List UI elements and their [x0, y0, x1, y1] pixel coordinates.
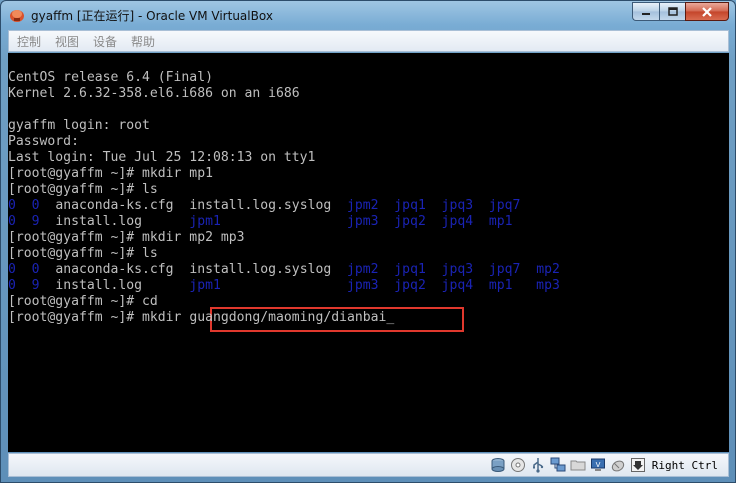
- console-line: 0 0 anaconda-ks.cfg install.log.syslog j…: [8, 198, 520, 214]
- menu-devices[interactable]: 设备: [86, 33, 124, 50]
- console-text: guangdong/maoming/dianbai_: [189, 310, 395, 325]
- console-line: [root@gyaffm ~]# mkdir mp2 mp3: [8, 230, 245, 246]
- console-text: gyaffm login: root: [8, 118, 150, 133]
- console-text: 0 9: [8, 278, 56, 293]
- vm-console-screen[interactable]: CentOS release 6.4 (Final) Kernel 2.6.32-…: [8, 53, 729, 452]
- title-bar[interactable]: gyaffm [正在运行] - Oracle VM VirtualBox: [1, 1, 735, 28]
- close-button[interactable]: [685, 2, 729, 21]
- console-text: jpm2 jpq1 jpq3 jpq7 mp2: [347, 262, 560, 277]
- virtualbox-window: gyaffm [正在运行] - Oracle VM VirtualBox 控制 …: [0, 0, 736, 483]
- console-text: [root@gyaffm ~]# mkdir: [8, 310, 190, 325]
- console-text: [root@gyaffm ~]# cd: [8, 294, 158, 309]
- svg-text:V: V: [595, 461, 600, 469]
- host-key-icon[interactable]: [630, 457, 646, 473]
- console-line: 0 9 install.log jpm1 jpm3 jpq2 jpq4 mp1 …: [8, 278, 560, 294]
- optical-drive-icon[interactable]: [510, 457, 526, 473]
- minimize-button[interactable]: [632, 2, 659, 21]
- maximize-icon: [667, 7, 678, 16]
- console-line: Last login: Tue Jul 25 12:08:13 on tty1: [8, 150, 315, 166]
- console-text: [root@gyaffm ~]# mkdir mp1: [8, 166, 213, 181]
- close-icon: [702, 6, 712, 17]
- console-text: jpm1 jpm3 jpq2 jpq4 mp1 mp3: [189, 278, 560, 293]
- console-text: Password:: [8, 134, 79, 149]
- menu-view[interactable]: 视图: [48, 33, 86, 50]
- mouse-integration-icon[interactable]: [610, 457, 626, 473]
- console-text: Last login: Tue Jul 25 12:08:13 on tty1: [8, 150, 316, 165]
- console-text: [root@gyaffm ~]# ls: [8, 246, 158, 261]
- console-text: jpm1 jpm3 jpq2 jpq4 mp1: [189, 214, 513, 229]
- console-text: jpm2 jpq1 jpq3 jpq7: [347, 198, 521, 213]
- network-icon[interactable]: [550, 457, 566, 473]
- caption-buttons: [632, 2, 729, 21]
- console-line: 0 9 install.log jpm1 jpm3 jpq2 jpq4 mp1: [8, 214, 513, 230]
- console-line: [root@gyaffm ~]# cd: [8, 294, 158, 310]
- console-text: 0 9: [8, 214, 56, 229]
- display-icon[interactable]: V: [590, 457, 606, 473]
- status-bar: V Right Ctrl: [8, 453, 729, 477]
- maximize-button[interactable]: [659, 2, 685, 21]
- console-text: Kernel 2.6.32-358.el6.i686 on an i686: [8, 86, 300, 101]
- console-line: [root@gyaffm ~]# ls: [8, 182, 158, 198]
- menu-control[interactable]: 控制: [9, 33, 48, 50]
- menu-help[interactable]: 帮助: [124, 33, 162, 50]
- console-text: 0 0: [8, 262, 56, 277]
- console-text: [root@gyaffm ~]# mkdir mp2 mp3: [8, 230, 245, 245]
- minimize-icon: [642, 12, 650, 15]
- console-text: anaconda-ks.cfg install.log.syslog: [55, 198, 347, 213]
- console-line: Password:: [8, 134, 79, 150]
- console-text: CentOS release 6.4 (Final): [8, 70, 213, 85]
- console-text: anaconda-ks.cfg install.log.syslog: [55, 262, 347, 277]
- shared-folder-icon[interactable]: [570, 457, 586, 473]
- console-line: 0 0 anaconda-ks.cfg install.log.syslog j…: [8, 262, 560, 278]
- console-line: CentOS release 6.4 (Final): [8, 70, 213, 86]
- window-title: gyaffm [正在运行] - Oracle VM VirtualBox: [31, 9, 273, 23]
- console-line: gyaffm login: root: [8, 118, 150, 134]
- menu-bar: 控制 视图 设备 帮助: [8, 30, 729, 52]
- console-line: [root@gyaffm ~]# mkdir mp1: [8, 166, 213, 182]
- hard-disk-icon[interactable]: [490, 457, 506, 473]
- console-line: [root@gyaffm ~]# ls: [8, 246, 158, 262]
- console-text: [root@gyaffm ~]# ls: [8, 182, 158, 197]
- virtualbox-app-icon: [9, 7, 25, 23]
- console-line: Kernel 2.6.32-358.el6.i686 on an i686: [8, 86, 300, 102]
- host-key-label: Right Ctrl: [651, 458, 718, 472]
- console-text: install.log: [55, 278, 190, 293]
- console-line: [root@gyaffm ~]# mkdir guangdong/maoming…: [8, 310, 394, 326]
- console-text: 0 0: [8, 198, 56, 213]
- console-text: install.log: [55, 214, 190, 229]
- usb-icon[interactable]: [530, 457, 546, 473]
